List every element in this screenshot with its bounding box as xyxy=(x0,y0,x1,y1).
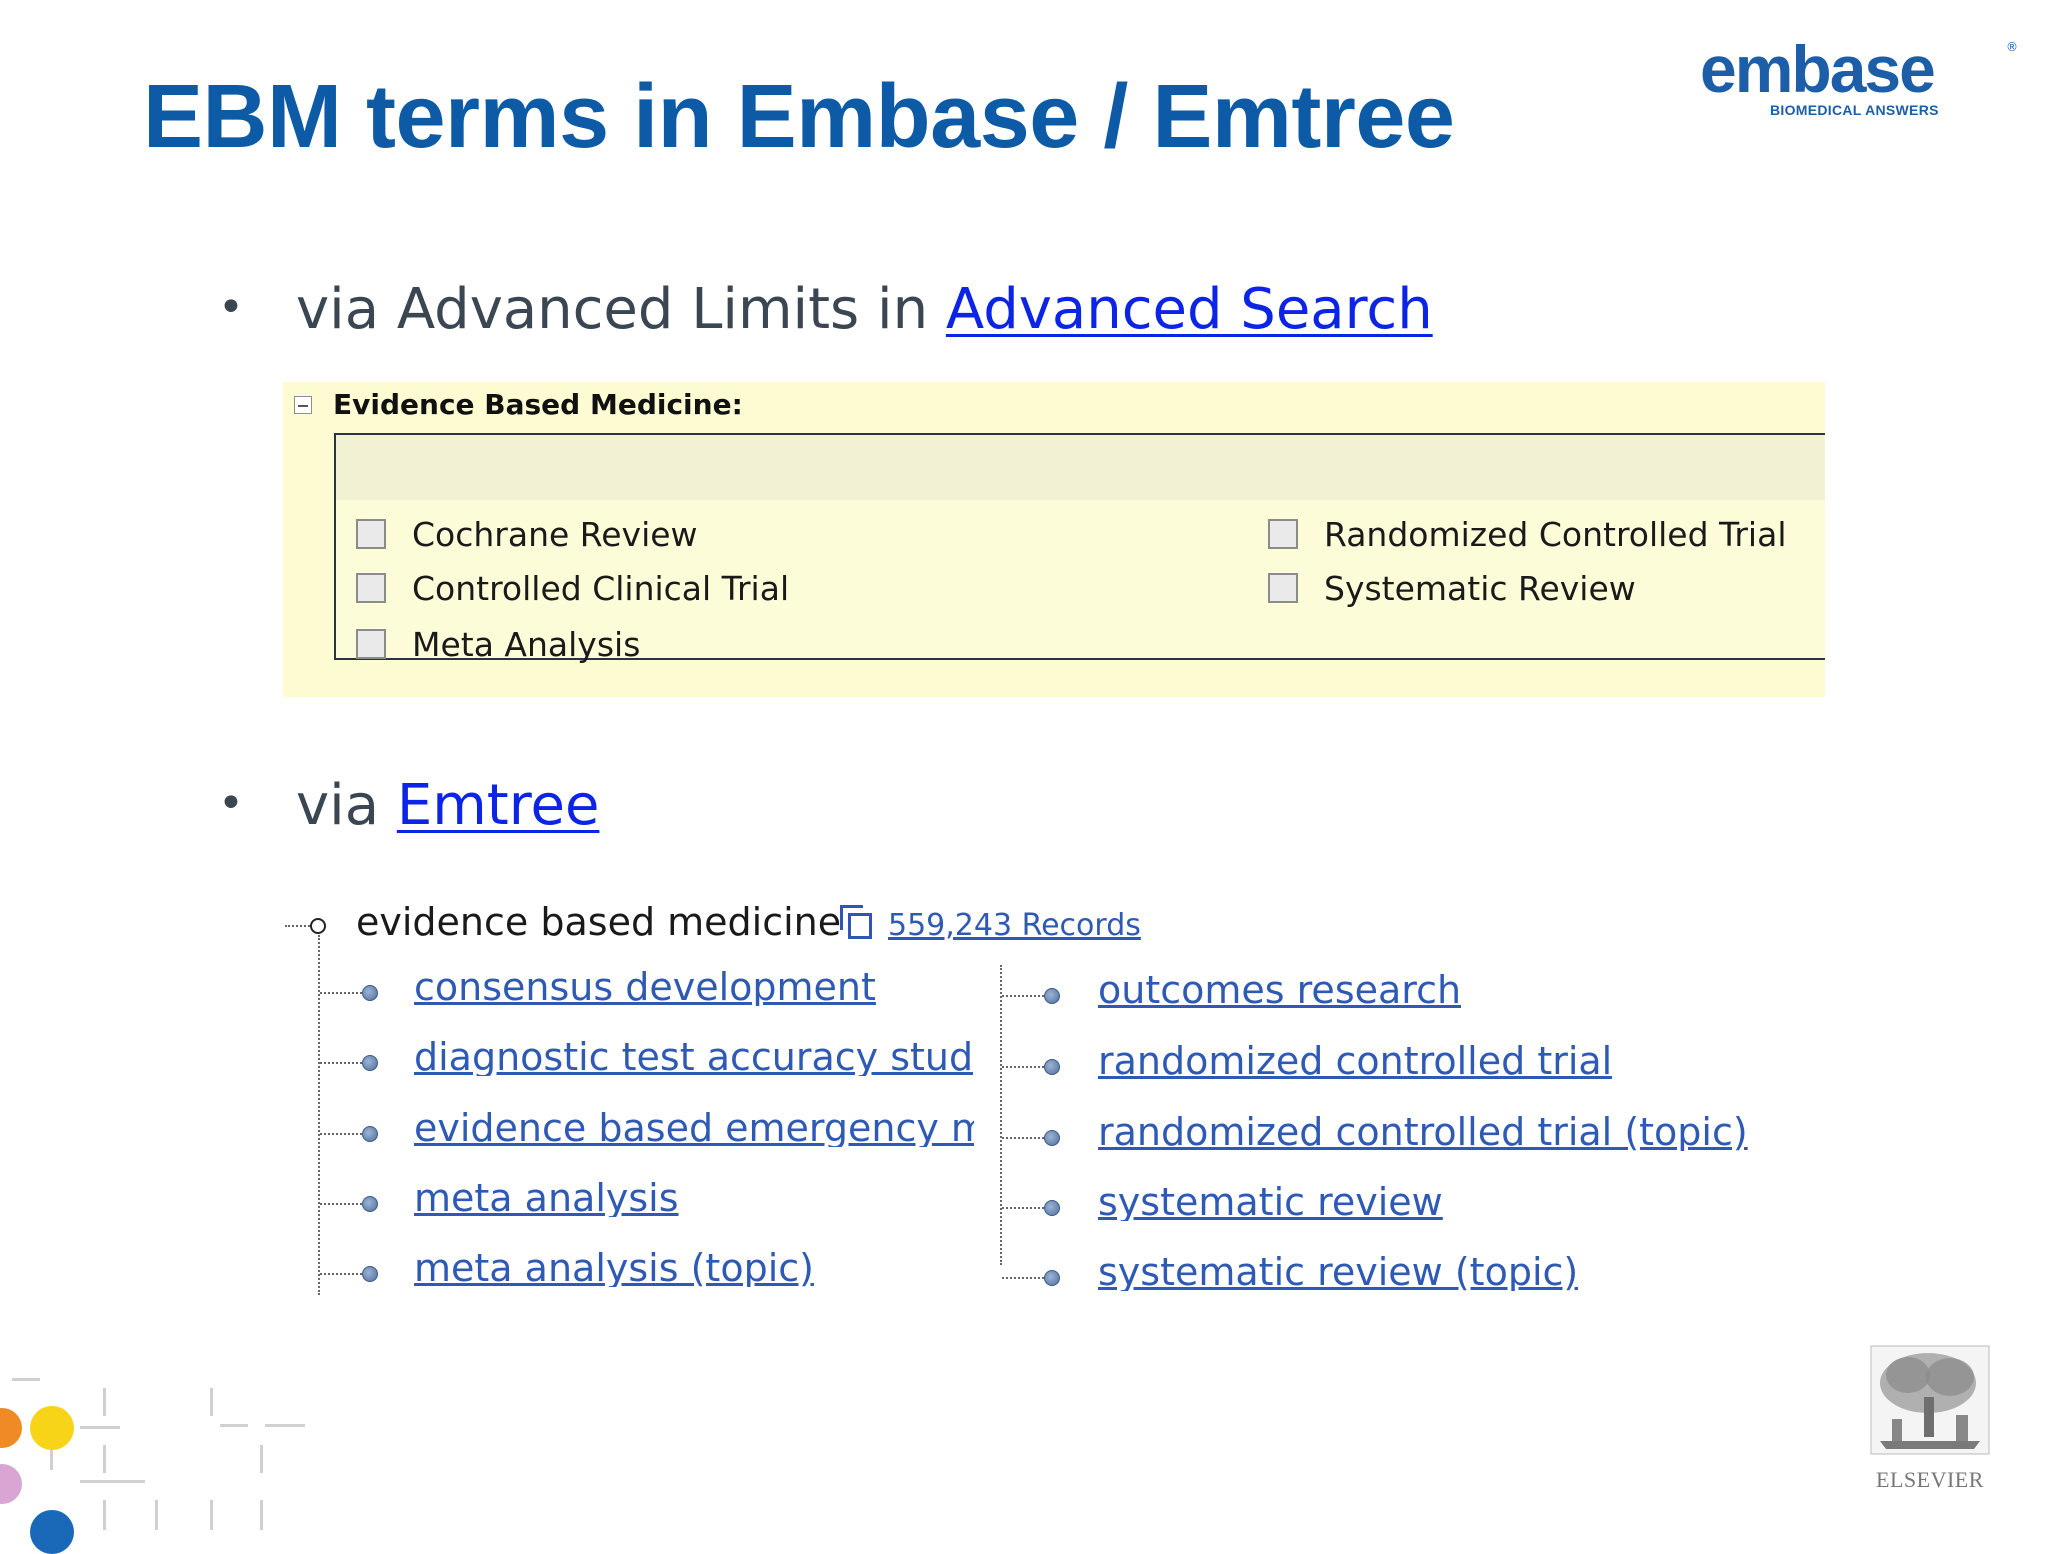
tree-connector xyxy=(320,1273,362,1275)
option-label: Meta Analysis xyxy=(412,625,641,664)
bullet-advanced-limits: via Advanced Limits in Advanced Search xyxy=(296,282,1433,338)
tree-connector xyxy=(1002,995,1044,997)
tree-connector xyxy=(1002,1137,1044,1139)
term-node-icon[interactable] xyxy=(1044,1130,1060,1146)
tree-connector xyxy=(1002,1066,1044,1068)
tree-connector xyxy=(320,992,362,994)
checkbox-cochrane-review[interactable] xyxy=(356,519,386,549)
emtree-link[interactable]: Emtree xyxy=(397,773,600,838)
term-link-systematic-review[interactable]: systematic review xyxy=(1098,1183,1443,1221)
ebm-options-strip xyxy=(336,435,1825,500)
pink-dot xyxy=(0,1464,22,1504)
ebm-options-box: Cochrane Review Controlled Clinical Tria… xyxy=(334,433,1825,664)
term-node-icon[interactable] xyxy=(1044,1200,1060,1216)
blue-dot xyxy=(30,1510,74,1554)
bullet-emtree-text: via xyxy=(296,773,397,838)
orange-dot xyxy=(0,1408,22,1448)
elsevier-wordmark: ELSEVIER xyxy=(1876,1467,1984,1492)
term-node-icon[interactable] xyxy=(362,985,378,1001)
tree-connector xyxy=(320,1203,362,1205)
yellow-dot xyxy=(30,1406,74,1450)
checkbox-randomized-controlled-trial[interactable] xyxy=(1268,519,1298,549)
copy-icon[interactable] xyxy=(840,905,872,939)
term-node-icon[interactable] xyxy=(362,1055,378,1071)
tree-connector xyxy=(1002,1207,1044,1209)
embase-logo: embase ® BIOMEDICAL ANSWERS xyxy=(1700,36,2020,126)
term-link-meta-analysis-topic[interactable]: meta analysis (topic) xyxy=(414,1249,814,1287)
tree-connector xyxy=(1002,1277,1044,1279)
advanced-search-link[interactable]: Advanced Search xyxy=(946,277,1433,342)
option-label: Cochrane Review xyxy=(412,515,698,554)
tree-connector xyxy=(318,935,320,1295)
term-node-icon[interactable] xyxy=(1044,1059,1060,1075)
decorative-dot-grid xyxy=(0,1370,320,1554)
emtree-hierarchy: evidence based medicine 559,243 Records … xyxy=(280,885,1760,1305)
evidence-based-medicine-panel: Evidence Based Medicine: Cochrane Review… xyxy=(283,382,1825,697)
term-link-outcomes-research[interactable]: outcomes research xyxy=(1098,971,1461,1009)
tree-connector xyxy=(320,1062,362,1064)
checkbox-meta-analysis[interactable] xyxy=(356,629,386,659)
slide-title: EBM terms in Embase / Emtree xyxy=(143,67,1455,167)
root-term: evidence based medicine xyxy=(356,900,842,944)
collapse-minus-icon[interactable] xyxy=(294,396,312,414)
registered-mark: ® xyxy=(2006,40,2018,54)
ebm-panel-header: Evidence Based Medicine: xyxy=(333,388,743,421)
embase-logo-tagline: BIOMEDICAL ANSWERS xyxy=(1770,102,1939,118)
elsevier-tree-icon xyxy=(1870,1345,1990,1455)
elsevier-logo: ELSEVIER xyxy=(1860,1345,2000,1495)
option-label: Controlled Clinical Trial xyxy=(412,569,790,608)
term-node-icon[interactable] xyxy=(1044,988,1060,1004)
tree-connector xyxy=(1000,965,1002,1265)
tree-connector xyxy=(320,1133,362,1135)
term-link-randomized-controlled-trial[interactable]: randomized controlled trial xyxy=(1098,1042,1612,1080)
term-node-icon[interactable] xyxy=(362,1196,378,1212)
option-label: Systematic Review xyxy=(1324,569,1636,608)
bullet-emtree: via Emtree xyxy=(296,778,599,834)
embase-logo-word: embase xyxy=(1700,32,1936,106)
tree-connector xyxy=(285,925,310,927)
term-node-icon[interactable] xyxy=(1044,1270,1060,1286)
option-label: Randomized Controlled Trial xyxy=(1324,515,1787,554)
term-link-consensus-development[interactable]: consensus development xyxy=(414,968,876,1006)
bullet-advanced-limits-text: via Advanced Limits in xyxy=(296,277,946,342)
term-node-icon[interactable] xyxy=(362,1126,378,1142)
checkbox-systematic-review[interactable] xyxy=(1268,573,1298,603)
term-link-evidence-based-emergency[interactable]: evidence based emergency m xyxy=(414,1109,974,1147)
bullet-dot: • xyxy=(218,778,244,829)
bullet-dot: • xyxy=(218,282,244,333)
root-node-icon[interactable] xyxy=(310,918,326,934)
records-count-link[interactable]: 559,243 Records xyxy=(888,911,1141,941)
checkbox-controlled-clinical-trial[interactable] xyxy=(356,573,386,603)
term-link-meta-analysis[interactable]: meta analysis xyxy=(414,1179,679,1217)
term-link-systematic-review-topic[interactable]: systematic review (topic) xyxy=(1098,1253,1578,1291)
term-link-diagnostic-test-accuracy[interactable]: diagnostic test accuracy stud xyxy=(414,1038,973,1076)
term-node-icon[interactable] xyxy=(362,1266,378,1282)
term-link-randomized-controlled-trial-topic[interactable]: randomized controlled trial (topic) xyxy=(1098,1113,1748,1151)
